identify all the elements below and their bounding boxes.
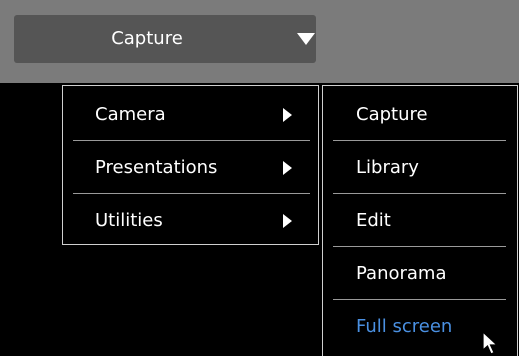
mode-dropdown[interactable]: Capture (14, 15, 316, 63)
mouse-pointer-icon (482, 331, 499, 355)
menu-item-presentations[interactable]: Presentations (73, 141, 310, 194)
triangle-right-icon (283, 161, 292, 175)
app-window: Capture Camera Presentations Utilities C… (0, 0, 519, 356)
submenu-item-label: Full screen (356, 316, 453, 337)
submenu-item-label: Edit (356, 210, 391, 231)
camera-submenu: Capture Library Edit Panorama Full scree… (322, 85, 518, 356)
submenu-item-library[interactable]: Library (333, 141, 506, 194)
triangle-down-icon (297, 33, 315, 45)
triangle-right-icon (283, 214, 292, 228)
menu-item-label: Utilities (95, 210, 163, 231)
submenu-item-edit[interactable]: Edit (333, 194, 506, 247)
submenu-item-panorama[interactable]: Panorama (333, 247, 506, 300)
menu-item-label: Camera (95, 104, 166, 125)
submenu-item-label: Capture (356, 104, 428, 125)
submenu-item-label: Panorama (356, 263, 447, 284)
mode-dropdown-label: Capture (111, 28, 183, 49)
submenu-item-label: Library (356, 157, 419, 178)
submenu-item-capture[interactable]: Capture (333, 88, 506, 141)
toolbar: Capture (0, 0, 519, 83)
triangle-right-icon (283, 108, 292, 122)
menu-item-label: Presentations (95, 157, 218, 178)
menu-item-utilities[interactable]: Utilities (73, 194, 310, 247)
menu-item-camera[interactable]: Camera (73, 88, 310, 141)
main-menu: Camera Presentations Utilities (62, 85, 319, 245)
